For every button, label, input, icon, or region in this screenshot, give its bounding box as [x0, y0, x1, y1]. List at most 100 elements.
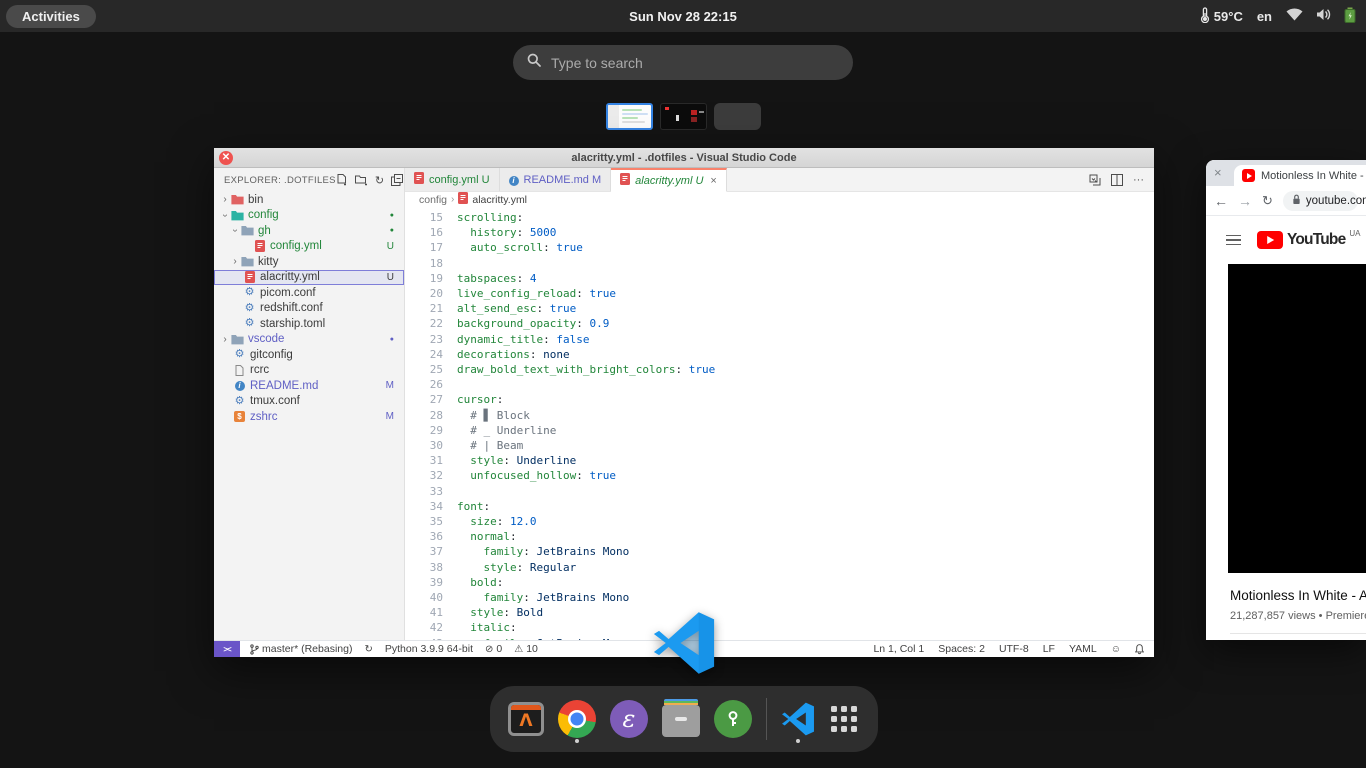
- video-title: Motionless In White - Anot: [1230, 588, 1366, 603]
- line-number: 22: [405, 316, 443, 331]
- dock-files-icon[interactable]: [662, 694, 700, 744]
- system-status-area[interactable]: [1286, 7, 1356, 26]
- tree-item-label: bin: [248, 194, 394, 206]
- search-icon: [527, 53, 541, 72]
- line-number: 40: [405, 590, 443, 605]
- line-number: 33: [405, 484, 443, 499]
- tree-item-config[interactable]: ›config●: [214, 208, 404, 224]
- yaml-icon: [414, 172, 424, 187]
- thermometer-icon: [1200, 7, 1210, 26]
- search-field[interactable]: Type to search: [513, 45, 853, 80]
- dock-keepassxc-icon[interactable]: [714, 694, 752, 744]
- tree-item-rcrc[interactable]: rcrc: [214, 363, 404, 379]
- dock-alacritty-icon[interactable]: Λ: [508, 694, 544, 744]
- status-item-feedback[interactable]: ☺: [1111, 644, 1121, 655]
- gear-icon: ⚙: [242, 318, 257, 329]
- status-item-ln[interactable]: Ln 1, Col 1: [873, 643, 924, 655]
- git-badge: M: [386, 411, 394, 422]
- workspace-thumbnail-youtube[interactable]: [660, 103, 707, 130]
- tree-item-picom.conf[interactable]: ⚙picom.conf: [214, 285, 404, 301]
- status-item-0[interactable]: ⊘0: [485, 643, 502, 655]
- tab-close-icon[interactable]: ×: [710, 175, 716, 187]
- dock-vscode-icon[interactable]: [781, 694, 815, 744]
- remote-indicator[interactable]: ><: [214, 641, 240, 657]
- tab-README.md[interactable]: iREADME.md M: [500, 168, 612, 191]
- code-line-25: 25draw_bold_text_with_bright_colors: tru…: [405, 362, 1154, 377]
- tree-item-tmux.conf[interactable]: ⚙tmux.conf: [214, 394, 404, 410]
- tree-item-zshrc[interactable]: $zshrcM: [214, 409, 404, 425]
- status-item-utf8[interactable]: UTF-8: [999, 643, 1029, 655]
- preview-close-icon[interactable]: ×: [1214, 165, 1222, 180]
- status-item-master[interactable]: master* (Rebasing): [250, 643, 352, 655]
- vscode-titlebar[interactable]: ✕ alacritty.yml - .dotfiles - Visual Stu…: [214, 148, 1154, 168]
- explorer-sidebar: EXPLORER: .DOTFILES ↻ ··· ›bin›config●›g…: [214, 168, 405, 640]
- vscode-app-icon[interactable]: [652, 611, 716, 675]
- clock[interactable]: Sun Nov 28 22:15: [0, 9, 1366, 24]
- refresh-icon[interactable]: ↻: [375, 174, 384, 187]
- tree-item-label: rcrc: [250, 364, 394, 376]
- workspace-thumbnail-active[interactable]: [606, 103, 653, 130]
- chevron-right-icon: ›: [451, 194, 454, 205]
- address-bar[interactable]: youtube.com/wa: [1283, 191, 1358, 211]
- open-changes-icon[interactable]: [1089, 174, 1101, 186]
- tree-item-gh[interactable]: ›gh●: [214, 223, 404, 239]
- tree-item-gitconfig[interactable]: ⚙gitconfig: [214, 347, 404, 363]
- workspace-switcher: [0, 103, 1366, 130]
- breadcrumb[interactable]: config › alacritty.yml: [405, 192, 1154, 207]
- menu-icon[interactable]: [1226, 235, 1241, 246]
- tree-item-alacritty.yml[interactable]: alacritty.ymlU: [214, 270, 404, 286]
- line-number: 31: [405, 453, 443, 468]
- code-line-16: 16 history: 5000: [405, 225, 1154, 240]
- new-file-icon[interactable]: [336, 174, 348, 186]
- collapse-all-icon[interactable]: [391, 174, 403, 186]
- code-editor[interactable]: 15scrolling:16 history: 500017 auto_scro…: [405, 207, 1154, 640]
- dock-chrome-icon[interactable]: [558, 694, 596, 744]
- line-number: 24: [405, 347, 443, 362]
- video-player[interactable]: [1228, 264, 1366, 573]
- git-badge: ●: [390, 212, 394, 219]
- editor-more-icon[interactable]: ···: [1133, 174, 1144, 186]
- code-line-41: 41 style: Bold: [405, 605, 1154, 620]
- workspace-thumbnail-empty[interactable]: [714, 103, 761, 130]
- keyboard-layout-indicator[interactable]: en: [1257, 9, 1272, 24]
- line-number: 35: [405, 514, 443, 529]
- line-number: 32: [405, 468, 443, 483]
- tree-item-bin[interactable]: ›bin: [214, 192, 404, 208]
- status-item-python[interactable]: Python 3.9.9 64-bit: [385, 643, 473, 655]
- tree-item-starship.toml[interactable]: ⚙starship.toml: [214, 316, 404, 332]
- tab-config.yml[interactable]: config.yml U: [405, 168, 500, 191]
- back-icon[interactable]: ←: [1214, 193, 1228, 209]
- volume-icon: [1316, 8, 1331, 24]
- status-item-sync[interactable]: ↻: [364, 644, 372, 655]
- lock-icon: [1292, 192, 1301, 210]
- line-number: 26: [405, 377, 443, 392]
- line-number: 37: [405, 544, 443, 559]
- youtube-region-badge: UA: [1349, 229, 1360, 238]
- split-editor-icon[interactable]: [1111, 174, 1123, 186]
- status-item-yaml[interactable]: YAML: [1069, 643, 1097, 655]
- new-folder-icon[interactable]: [355, 174, 368, 186]
- tree-item-README.md[interactable]: iREADME.mdM: [214, 378, 404, 394]
- code-line-33: 33: [405, 484, 1154, 499]
- status-item-spaces[interactable]: Spaces: 2: [938, 643, 985, 655]
- forward-icon[interactable]: →: [1238, 193, 1252, 209]
- dock-app-grid-icon[interactable]: [829, 694, 860, 744]
- window-close-icon[interactable]: ✕: [219, 151, 233, 165]
- tree-item-vscode[interactable]: ›vscode●: [214, 332, 404, 348]
- tree-item-kitty[interactable]: › kitty: [214, 254, 404, 270]
- breadcrumb-folder[interactable]: config: [419, 194, 447, 206]
- tab-alacritty.yml[interactable]: alacritty.yml U×: [611, 168, 727, 192]
- chevron-icon: ›: [230, 256, 240, 267]
- status-item-bell[interactable]: [1135, 644, 1144, 655]
- status-item-lf[interactable]: LF: [1043, 643, 1055, 655]
- dock-emacs-icon[interactable]: ε: [610, 694, 648, 744]
- status-item-10[interactable]: ⚠10: [514, 643, 538, 655]
- chrome-active-tab[interactable]: Motionless In White - /: [1234, 165, 1366, 186]
- breadcrumb-file[interactable]: alacritty.yml: [472, 194, 527, 206]
- tree-item-label: kitty: [258, 256, 394, 268]
- code-line-24: 24decorations: none: [405, 347, 1154, 362]
- reload-icon[interactable]: ↻: [1262, 193, 1273, 209]
- youtube-logo[interactable]: YouTube UA: [1257, 231, 1361, 249]
- tree-item-redshift.conf[interactable]: ⚙redshift.conf: [214, 301, 404, 317]
- tree-item-config.yml[interactable]: config.ymlU: [214, 239, 404, 255]
